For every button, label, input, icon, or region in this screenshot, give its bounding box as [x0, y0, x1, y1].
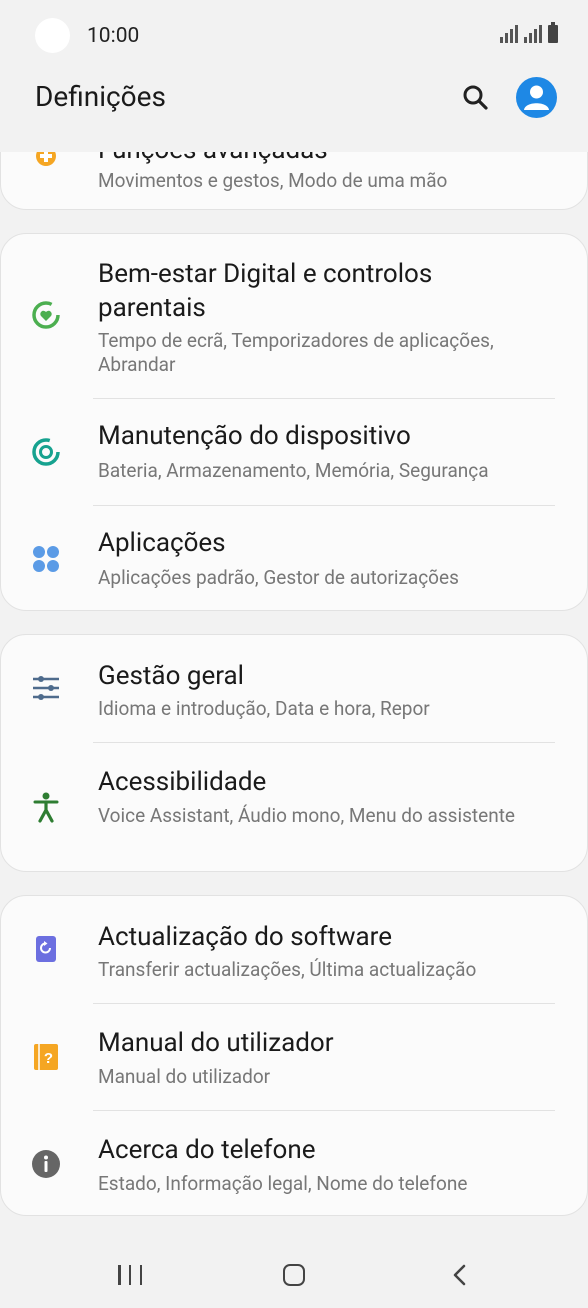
item-title: Acessibilidade	[98, 767, 267, 797]
item-subtitle: Bateria, Armazenamento, Memória, Seguran…	[98, 459, 489, 482]
card-group-3: Actualização do software Transferir actu…	[0, 895, 588, 1216]
gear-plus-icon	[29, 152, 63, 173]
camera-cutout	[35, 18, 70, 53]
avatar-icon	[524, 85, 549, 110]
profile-button[interactable]	[516, 77, 557, 118]
list-item-user-manual[interactable]: ? Manual do utilizador Manual do utiliza…	[1, 1004, 588, 1110]
item-subtitle: Manual do utilizador	[98, 1065, 271, 1088]
item-subtitle: Idioma e introdução, Data e hora, Repor	[98, 697, 430, 720]
software-update-icon	[29, 932, 63, 966]
list-item-about-phone[interactable]: Acerca do telefone Estado, Informação le…	[1, 1111, 588, 1217]
item-title: Manual do utilizador	[98, 1028, 334, 1058]
item-title: Manutenção do dispositivo	[98, 421, 411, 451]
item-title: Actualização do software	[98, 922, 393, 952]
back-button[interactable]	[452, 1264, 468, 1286]
item-title: Aplicações	[98, 528, 226, 558]
item-title: Funções avançadas	[98, 152, 558, 167]
card-advanced-features: Funções avançadas Movimentos e gestos, M…	[0, 152, 588, 210]
list-item-accessibility[interactable]: Acessibilidade Voice Assistant, Áudio mo…	[1, 743, 588, 873]
back-icon	[453, 1264, 466, 1286]
navigation-bar	[0, 1230, 588, 1308]
card-group-1: Bem-estar Digital e controlos parentais …	[0, 233, 588, 611]
battery-icon	[548, 22, 558, 43]
user-manual-icon: ?	[29, 1040, 63, 1074]
item-subtitle: Aplicações padrão, Gestor de autorizaçõe…	[98, 566, 459, 589]
list-item-advanced-features[interactable]: Funções avançadas Movimentos e gestos, M…	[1, 152, 588, 210]
signal-icon-2	[524, 25, 542, 43]
search-icon	[463, 85, 488, 110]
item-subtitle: Movimentos e gestos, Modo de uma mão	[98, 169, 448, 192]
recents-button[interactable]	[118, 1265, 142, 1285]
home-button[interactable]	[283, 1264, 305, 1286]
accessibility-icon	[29, 790, 63, 824]
status-bar: 10:00	[0, 0, 588, 72]
sliders-icon	[29, 671, 63, 705]
list-item-software-update[interactable]: Actualização do software Transferir actu…	[1, 896, 588, 1003]
search-button[interactable]	[458, 80, 494, 116]
app-header: Definições	[0, 72, 588, 152]
info-icon	[29, 1147, 63, 1181]
card-group-2: Gestão geral Idioma e introdução, Data e…	[0, 634, 588, 872]
item-title: Bem-estar Digital e controlos parentais	[98, 259, 433, 323]
list-item-device-care[interactable]: Manutenção do dispositivo Bateria, Armaz…	[1, 399, 588, 505]
item-title: Gestão geral	[98, 661, 244, 691]
device-care-icon	[29, 435, 63, 469]
svg-text:?: ?	[44, 1050, 53, 1067]
status-icons	[500, 22, 558, 43]
item-subtitle: Voice Assistant, Áudio mono, Menu do ass…	[98, 804, 515, 827]
item-title: Acerca do telefone	[98, 1135, 316, 1165]
partial-card: Funções avançadas Movimentos e gestos, M…	[0, 152, 588, 210]
item-subtitle: Transferir actualizações, Última actuali…	[98, 958, 477, 981]
page-title: Definições	[35, 80, 166, 113]
digital-wellbeing-icon	[29, 298, 63, 332]
status-time: 10:00	[87, 24, 140, 48]
item-subtitle: Estado, Informação legal, Nome do telefo…	[98, 1172, 468, 1195]
signal-icon	[500, 25, 518, 43]
list-item-general-management[interactable]: Gestão geral Idioma e introdução, Data e…	[1, 635, 588, 742]
apps-icon	[29, 542, 63, 576]
list-item-apps[interactable]: Aplicações Aplicações padrão, Gestor de …	[1, 506, 588, 612]
list-item-digital-wellbeing[interactable]: Bem-estar Digital e controlos parentais …	[1, 234, 588, 398]
item-subtitle: Tempo de ecrã, Temporizadores de aplicaç…	[98, 329, 494, 376]
